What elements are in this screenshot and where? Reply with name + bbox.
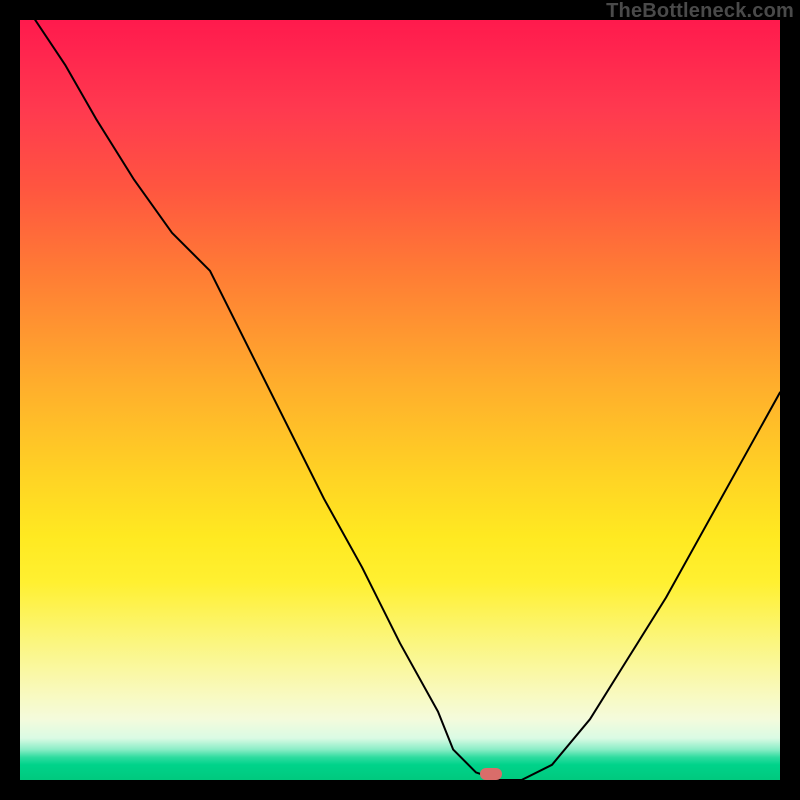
optimal-point-marker [480,768,502,780]
attribution-label: TheBottleneck.com [606,0,794,23]
gradient-plot-area [20,20,780,780]
bottleneck-curve [20,20,780,780]
chart-frame: TheBottleneck.com [0,0,800,800]
